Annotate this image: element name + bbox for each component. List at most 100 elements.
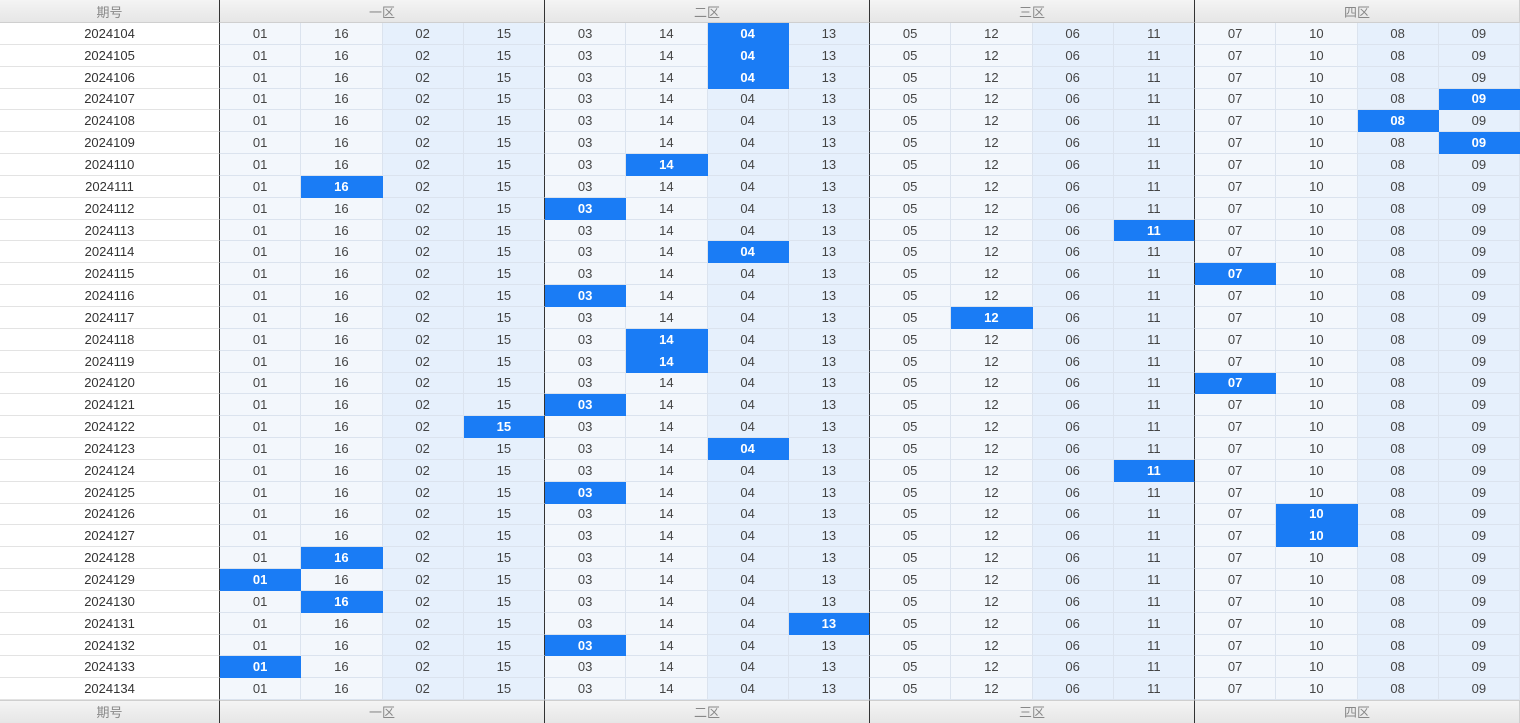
number-cell[interactable]: 15 (463, 263, 545, 286)
number-cell[interactable]: 14 (626, 44, 708, 67)
number-cell[interactable]: 01 (220, 23, 302, 45)
number-cell[interactable]: 04 (707, 394, 789, 417)
number-cell[interactable]: 11 (1113, 372, 1195, 395)
number-cell[interactable]: 01 (220, 285, 302, 307)
number-cell[interactable]: 08 (1357, 241, 1439, 264)
number-cell[interactable]: 06 (1032, 569, 1114, 591)
number-cell[interactable]: 16 (301, 154, 383, 176)
number-cell[interactable]: 13 (788, 132, 870, 155)
number-cell[interactable]: 14 (626, 481, 708, 504)
number-cell[interactable]: 08 (1357, 394, 1439, 417)
number-cell[interactable]: 15 (463, 88, 545, 111)
number-cell[interactable]: 16 (301, 678, 383, 701)
number-cell[interactable]: 09 (1438, 23, 1520, 45)
number-cell[interactable]: 07 (1195, 197, 1277, 220)
number-cell[interactable]: 14 (626, 525, 708, 548)
number-cell-hit[interactable]: 08 (1357, 110, 1439, 133)
number-cell[interactable]: 13 (788, 306, 870, 329)
number-cell[interactable]: 10 (1276, 241, 1358, 264)
number-cell[interactable]: 01 (220, 525, 302, 548)
number-cell[interactable]: 04 (707, 132, 789, 155)
number-cell[interactable]: 14 (626, 23, 708, 45)
number-cell[interactable]: 13 (788, 175, 870, 198)
number-cell[interactable]: 10 (1276, 285, 1358, 307)
number-cell[interactable]: 03 (545, 66, 627, 89)
number-cell[interactable]: 06 (1032, 219, 1114, 242)
number-cell[interactable]: 04 (707, 459, 789, 482)
number-cell[interactable]: 12 (951, 634, 1033, 657)
number-cell[interactable]: 15 (463, 350, 545, 373)
number-cell[interactable]: 03 (545, 219, 627, 242)
number-cell[interactable]: 11 (1113, 634, 1195, 657)
number-cell[interactable]: 11 (1113, 328, 1195, 351)
number-cell[interactable]: 09 (1438, 263, 1520, 286)
number-cell[interactable]: 04 (707, 154, 789, 176)
number-cell[interactable]: 05 (870, 285, 952, 307)
number-cell[interactable]: 10 (1276, 612, 1358, 635)
number-cell[interactable]: 06 (1032, 416, 1114, 439)
number-cell[interactable]: 16 (301, 481, 383, 504)
number-cell[interactable]: 12 (951, 656, 1033, 679)
number-cell-hit[interactable]: 11 (1113, 219, 1195, 242)
number-cell[interactable]: 04 (707, 678, 789, 701)
number-cell[interactable]: 04 (707, 328, 789, 351)
number-cell[interactable]: 14 (626, 197, 708, 220)
number-cell[interactable]: 03 (545, 110, 627, 133)
number-cell[interactable]: 13 (788, 66, 870, 89)
number-cell[interactable]: 11 (1113, 503, 1195, 526)
number-cell[interactable]: 04 (707, 634, 789, 657)
number-cell[interactable]: 03 (545, 438, 627, 460)
number-cell[interactable]: 09 (1438, 110, 1520, 133)
number-cell[interactable]: 14 (626, 547, 708, 570)
number-cell[interactable]: 16 (301, 569, 383, 591)
number-cell[interactable]: 02 (382, 350, 464, 373)
number-cell[interactable]: 03 (545, 416, 627, 439)
number-cell[interactable]: 02 (382, 306, 464, 329)
number-cell[interactable]: 07 (1195, 350, 1277, 373)
number-cell[interactable]: 15 (463, 678, 545, 701)
number-cell[interactable]: 05 (870, 394, 952, 417)
number-cell[interactable]: 13 (788, 438, 870, 460)
number-cell[interactable]: 14 (626, 110, 708, 133)
number-cell[interactable]: 06 (1032, 525, 1114, 548)
number-cell[interactable]: 02 (382, 219, 464, 242)
number-cell[interactable]: 14 (626, 503, 708, 526)
number-cell-hit[interactable]: 15 (463, 416, 545, 439)
number-cell[interactable]: 10 (1276, 132, 1358, 155)
number-cell[interactable]: 09 (1438, 678, 1520, 701)
number-cell[interactable]: 10 (1276, 328, 1358, 351)
number-cell[interactable]: 16 (301, 110, 383, 133)
number-cell[interactable]: 15 (463, 132, 545, 155)
number-cell[interactable]: 14 (626, 394, 708, 417)
number-cell[interactable]: 12 (951, 394, 1033, 417)
number-cell[interactable]: 08 (1357, 678, 1439, 701)
number-cell[interactable]: 06 (1032, 88, 1114, 111)
number-cell[interactable]: 05 (870, 44, 952, 67)
number-cell[interactable]: 04 (707, 569, 789, 591)
number-cell[interactable]: 09 (1438, 459, 1520, 482)
number-cell[interactable]: 01 (220, 197, 302, 220)
number-cell[interactable]: 05 (870, 241, 952, 264)
number-cell[interactable]: 12 (951, 219, 1033, 242)
number-cell[interactable]: 08 (1357, 175, 1439, 198)
number-cell[interactable]: 16 (301, 263, 383, 286)
number-cell[interactable]: 02 (382, 481, 464, 504)
number-cell[interactable]: 15 (463, 66, 545, 89)
number-cell[interactable]: 03 (545, 241, 627, 264)
number-cell[interactable]: 03 (545, 503, 627, 526)
number-cell[interactable]: 12 (951, 372, 1033, 395)
number-cell[interactable]: 05 (870, 110, 952, 133)
number-cell[interactable]: 09 (1438, 197, 1520, 220)
number-cell[interactable]: 01 (220, 154, 302, 176)
number-cell[interactable]: 05 (870, 263, 952, 286)
number-cell[interactable]: 01 (220, 503, 302, 526)
number-cell[interactable]: 16 (301, 306, 383, 329)
number-cell[interactable]: 05 (870, 306, 952, 329)
number-cell[interactable]: 12 (951, 612, 1033, 635)
number-cell[interactable]: 06 (1032, 634, 1114, 657)
number-cell[interactable]: 10 (1276, 66, 1358, 89)
number-cell[interactable]: 03 (545, 372, 627, 395)
number-cell[interactable]: 03 (545, 23, 627, 45)
number-cell[interactable]: 03 (545, 132, 627, 155)
number-cell-hit[interactable]: 14 (626, 350, 708, 373)
